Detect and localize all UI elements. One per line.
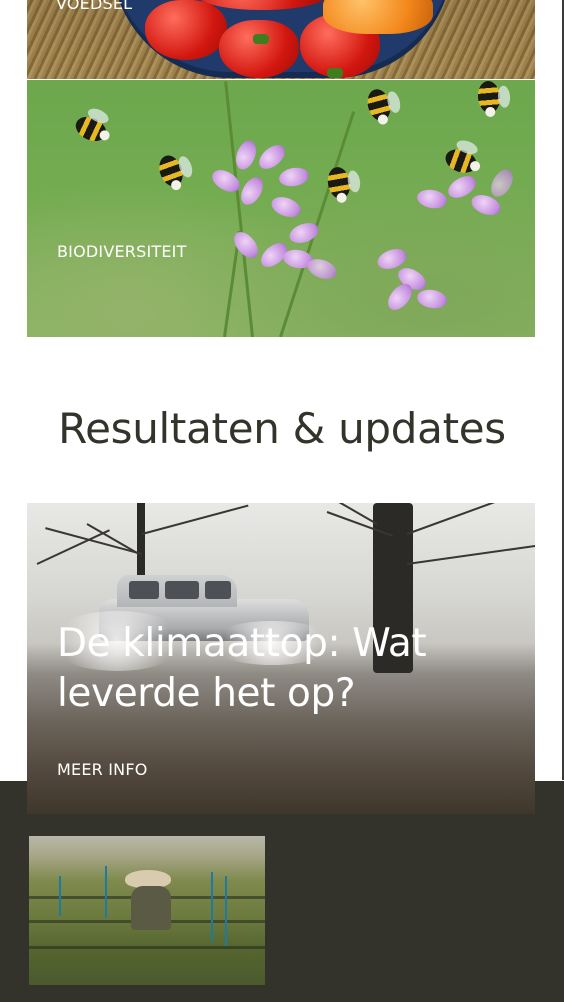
article-thumbnail-card[interactable] <box>29 836 265 985</box>
bumblebee-image <box>364 86 394 126</box>
bumblebee-image <box>155 152 187 192</box>
card-biodiversiteit[interactable]: BIODIVERSITEIT <box>27 80 535 337</box>
bumblebee-image <box>325 165 353 204</box>
page: VOEDSEL BIODIVERSITEIT Resultaten & upda… <box>0 0 564 1002</box>
card-label-voedsel: VOEDSEL <box>56 0 133 13</box>
orange-pepper-image <box>323 0 433 34</box>
section-title-results: Resultaten & updates <box>58 404 506 453</box>
bumblebee-image <box>71 112 112 146</box>
farmer-image <box>131 886 171 930</box>
pepper-stem <box>327 68 343 78</box>
meer-info-link[interactable]: MEER INFO <box>57 760 148 779</box>
red-pepper-image <box>219 20 299 78</box>
featured-article-headline[interactable]: De klimaattop: Wat leverde het op? <box>57 619 517 719</box>
red-pepper-image <box>145 0 227 60</box>
card-voedsel[interactable]: VOEDSEL <box>27 0 535 79</box>
bumblebee-image <box>476 80 502 118</box>
flower-stem <box>279 111 356 337</box>
card-label-biodiversiteit: BIODIVERSITEIT <box>57 242 187 261</box>
bumblebee-image <box>442 145 482 177</box>
pepper-stem <box>253 34 269 44</box>
featured-article-card[interactable]: De klimaattop: Wat leverde het op? MEER … <box>27 503 535 814</box>
